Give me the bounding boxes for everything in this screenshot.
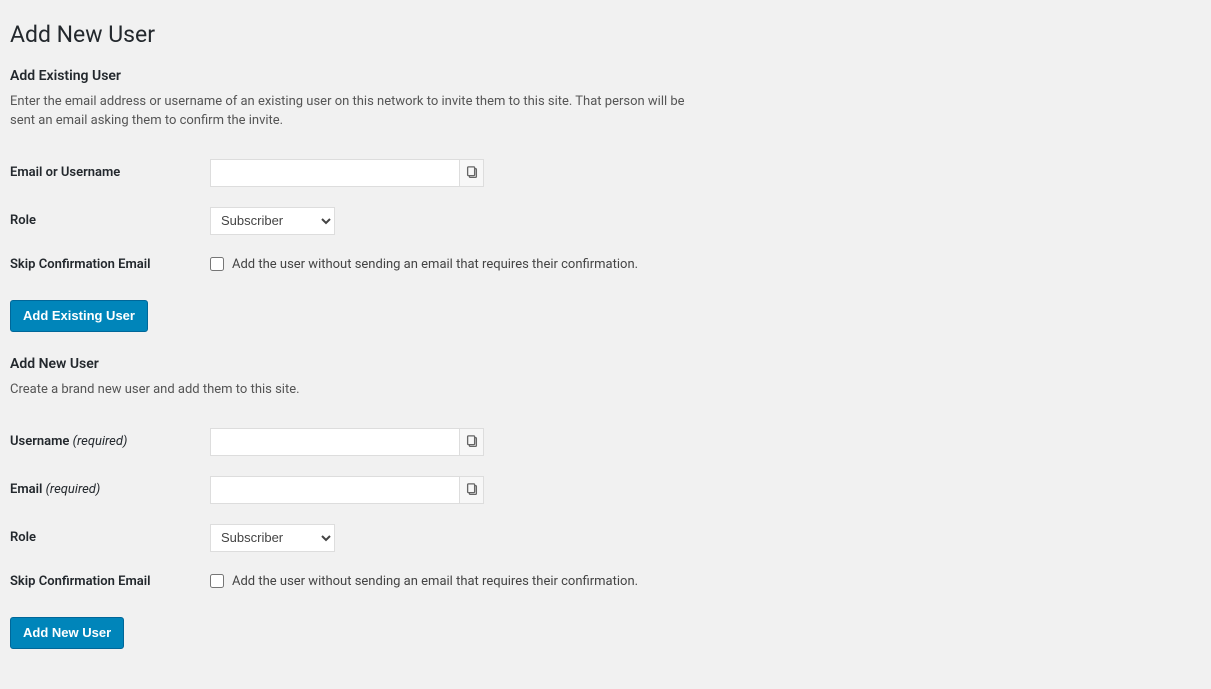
existing-skip-confirmation-row: Skip Confirmation Email Add the user wit… — [10, 245, 1191, 284]
email-input-wrapper — [210, 476, 484, 504]
username-label: Username (required) — [10, 434, 127, 449]
add-new-form-table: Username (required) — [10, 418, 1191, 601]
username-input[interactable] — [210, 428, 460, 456]
new-skip-confirmation-label: Skip Confirmation Email — [10, 574, 151, 589]
new-skip-confirmation-checkbox[interactable] — [210, 574, 224, 588]
add-new-submit-wrapper: Add New User — [10, 617, 1191, 649]
email-username-copy-icon[interactable] — [460, 159, 484, 187]
email-username-label: Email or Username — [10, 165, 120, 180]
add-new-user-button[interactable]: Add New User — [10, 617, 124, 649]
page-title: Add New User — [10, 20, 1191, 50]
add-new-section-title: Add New User — [10, 356, 1191, 372]
email-input[interactable] — [210, 476, 460, 504]
email-row: Email (required) — [10, 466, 1191, 514]
email-username-input-wrapper — [210, 159, 484, 187]
email-username-input[interactable] — [210, 159, 460, 187]
add-new-section-description: Create a brand new user and add them to … — [10, 380, 710, 400]
new-role-select[interactable]: Subscriber Contributor Author Editor Adm… — [210, 524, 335, 552]
existing-skip-confirmation-checkbox-label: Add the user without sending an email th… — [232, 257, 638, 272]
add-existing-section-description: Enter the email address or username of a… — [10, 92, 710, 131]
new-role-label: Role — [10, 530, 36, 545]
add-existing-user-button[interactable]: Add Existing User — [10, 300, 148, 332]
add-existing-form-table: Email or Username — [10, 149, 1191, 284]
email-copy-icon[interactable] — [460, 476, 484, 504]
email-label: Email (required) — [10, 482, 100, 497]
add-existing-user-section: Add Existing User Enter the email addres… — [10, 68, 1191, 332]
username-input-wrapper — [210, 428, 484, 456]
add-existing-submit-wrapper: Add Existing User — [10, 300, 1191, 332]
username-row: Username (required) — [10, 418, 1191, 466]
new-skip-confirmation-row: Skip Confirmation Email Add the user wit… — [10, 562, 1191, 601]
email-username-row: Email or Username — [10, 149, 1191, 197]
existing-role-label: Role — [10, 213, 36, 228]
existing-skip-confirmation-wrapper[interactable]: Add the user without sending an email th… — [210, 257, 1181, 272]
new-skip-confirmation-wrapper[interactable]: Add the user without sending an email th… — [210, 574, 1181, 589]
existing-skip-confirmation-checkbox[interactable] — [210, 257, 224, 271]
existing-role-row: Role Subscriber Contributor Author Edito… — [10, 197, 1191, 245]
existing-skip-confirmation-label: Skip Confirmation Email — [10, 257, 151, 272]
new-skip-confirmation-checkbox-label: Add the user without sending an email th… — [232, 574, 638, 589]
username-copy-icon[interactable] — [460, 428, 484, 456]
existing-role-select[interactable]: Subscriber Contributor Author Editor Adm… — [210, 207, 335, 235]
new-role-row: Role Subscriber Contributor Author Edito… — [10, 514, 1191, 562]
add-existing-section-title: Add Existing User — [10, 68, 1191, 84]
add-new-user-section: Add New User Create a brand new user and… — [10, 356, 1191, 649]
